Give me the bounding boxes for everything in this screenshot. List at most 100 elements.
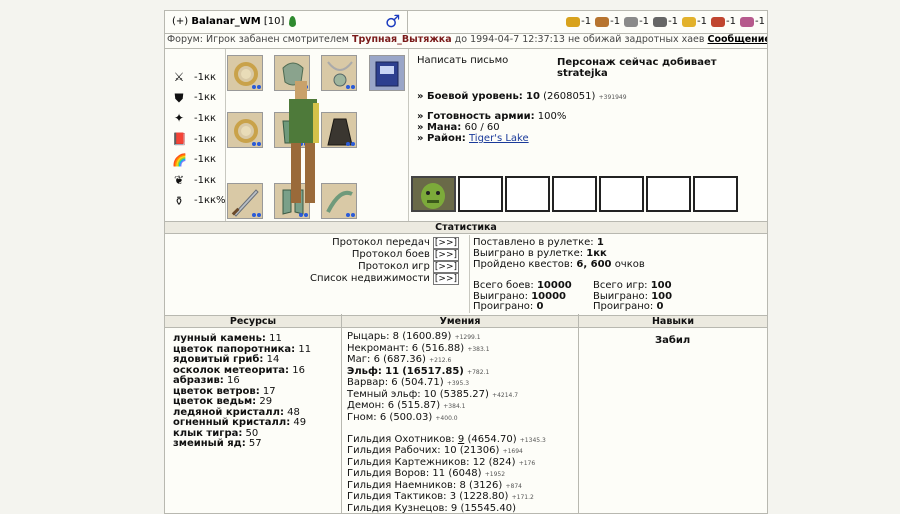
protocol-links: Протокол передач[>>]Протокол боев[>>]Про…	[310, 237, 459, 285]
crystal-icon	[711, 17, 725, 27]
wood-icon	[595, 17, 609, 27]
guild-exp-next: +1345.3	[520, 437, 546, 444]
faction-level: 8	[393, 331, 399, 342]
weapon-slot[interactable]	[227, 183, 263, 219]
games-lost-line: Проиграно: 0	[593, 302, 672, 313]
combat-level-line: » Боевой уровень: 10 (2608051) +391949	[417, 91, 627, 102]
guild-exp-next: +874	[506, 483, 522, 490]
district-link[interactable]: Tiger's Lake	[469, 133, 529, 144]
resources-header: Ресурсы	[165, 315, 341, 328]
protocol-label: Протокол боев	[352, 249, 430, 260]
resource-value: -1	[610, 16, 620, 27]
guild-name: Гильдия Рабочих:	[347, 445, 441, 456]
roulette-won-label: Выиграно в рулетке:	[473, 248, 583, 259]
guild-name: Гильдия Воров:	[347, 468, 429, 479]
roulette-won-value: 1кк	[586, 248, 607, 259]
battles-total-label: Всего боев:	[473, 280, 534, 291]
protocol-row: Протокол боев[>>]	[310, 249, 459, 261]
district-label: » Район:	[417, 133, 466, 144]
shield-icon: ⛊	[172, 91, 186, 105]
army-slot-7[interactable]	[693, 176, 738, 212]
faction-name: Маг:	[347, 354, 370, 365]
ring-slot-1[interactable]	[227, 55, 263, 91]
army-slot-3[interactable]	[505, 176, 550, 212]
activity-label: Персонаж сейчас	[557, 57, 658, 68]
guild-name: Гильдия Охотников:	[347, 434, 455, 445]
protocol-open-button[interactable]: [>>]	[433, 273, 459, 285]
ore-icon	[624, 17, 638, 27]
wings-icon: ❦	[172, 173, 186, 187]
ogre-creature-icon	[413, 178, 454, 210]
guild-exp-next: +1952	[485, 471, 505, 478]
district-line: » Район: Tiger's Lake	[417, 133, 529, 144]
faction-name: Варвар:	[347, 377, 388, 388]
stat-value: -1кк	[194, 92, 216, 103]
resource-count: 17	[263, 386, 276, 397]
message-link[interactable]: Сообщение	[708, 34, 768, 45]
guild-exp-next: +1694	[503, 448, 523, 455]
ring-slot-2[interactable]	[227, 112, 263, 148]
current-activity: Персонаж сейчас добивает stratejka	[557, 57, 762, 79]
resource-count: 16	[292, 365, 305, 376]
guild-level: 9	[458, 434, 464, 445]
protocol-open-button[interactable]: [>>]	[433, 249, 459, 261]
games-lost-label: Проиграно:	[593, 301, 653, 312]
header-divider	[407, 11, 408, 33]
roulette-bet-line: Поставлено в рулетке: 1	[473, 237, 645, 248]
forum-ban-line: Форум: Игрок забанен смотрителем Трупная…	[165, 34, 768, 49]
army-slot-6[interactable]	[646, 176, 691, 212]
spellbook-icon	[370, 56, 405, 91]
mana-line: » Мана: 60 / 60	[417, 122, 500, 133]
book-icon: 📕	[172, 132, 186, 146]
quests-line: Пройдено квестов: 6, 600 очков	[473, 259, 645, 270]
lower-divider-2	[578, 314, 579, 514]
faction-exp-next: +4214.7	[492, 392, 518, 399]
protocol-row: Протокол игр[>>]	[310, 261, 459, 273]
army-ready-label: » Готовность армии:	[417, 111, 535, 122]
resource-name: цветок ветров:	[173, 386, 260, 397]
write-letter-link[interactable]: Написать письмо	[417, 55, 508, 66]
army-slot-2[interactable]	[458, 176, 503, 212]
spellbook-slot[interactable]	[369, 55, 405, 91]
protocol-open-button[interactable]: [>>]	[433, 237, 459, 249]
combat-exp-next: +391949	[599, 94, 627, 101]
guild-level: 8	[459, 480, 465, 491]
plus-link[interactable]: (+)	[172, 16, 188, 27]
male-gender-icon: ♂	[385, 12, 400, 32]
resource-value: -1	[639, 16, 649, 27]
resource-count: 16	[227, 375, 240, 386]
games-won-label: Выиграно:	[593, 291, 648, 302]
guild-level: 12	[473, 457, 486, 468]
army-slot-4[interactable]	[552, 176, 597, 212]
games-won-value: 100	[651, 291, 672, 302]
army-slot-1[interactable]	[411, 176, 456, 212]
stat-value: -1кк	[194, 134, 216, 145]
army-slot-5[interactable]	[599, 176, 644, 212]
resource-count: 11	[298, 344, 311, 355]
resource-item: -1	[595, 16, 620, 27]
resource-item: -1	[624, 16, 649, 27]
army-slots	[411, 176, 738, 212]
roulette-bet-label: Поставлено в рулетке:	[473, 237, 594, 248]
protocol-row: Протокол передач[>>]	[310, 237, 459, 249]
faction-exp-next: +384.1	[443, 403, 465, 410]
protocol-label: Протокол игр	[358, 261, 430, 272]
protocol-open-button[interactable]: [>>]	[433, 261, 459, 273]
guild-exp-next: +171.2	[512, 494, 534, 501]
moderator-name[interactable]: Трупная_Вытяжка	[352, 34, 452, 45]
resource-name: цветок ведьм:	[173, 396, 256, 407]
guild-level: 3	[450, 491, 456, 502]
skills-list: Рыцарь: 8 (1600.89) +1299.1Некромант: 6 …	[347, 332, 560, 514]
protocol-row: Список недвижимости[>>]	[310, 273, 459, 285]
forum-ban-prefix: Форум: Игрок забанен смотрителем	[167, 34, 349, 45]
guild-exp: (3126)	[469, 480, 502, 491]
resources-list: лунный камень: 11цветок папоротника: 11я…	[173, 334, 311, 450]
faction-exp: (516.88)	[421, 343, 464, 354]
resource-item: -1	[711, 16, 736, 27]
resource-name: абразив:	[173, 375, 224, 386]
battles-won-value: 10000	[531, 291, 566, 302]
stat-row: ❦-1кк	[172, 170, 226, 191]
game-stats: Поставлено в рулетке: 1 Выиграно в рулет…	[473, 237, 645, 270]
resource-value: -1	[581, 16, 591, 27]
quests-label: Пройдено квестов:	[473, 259, 573, 270]
